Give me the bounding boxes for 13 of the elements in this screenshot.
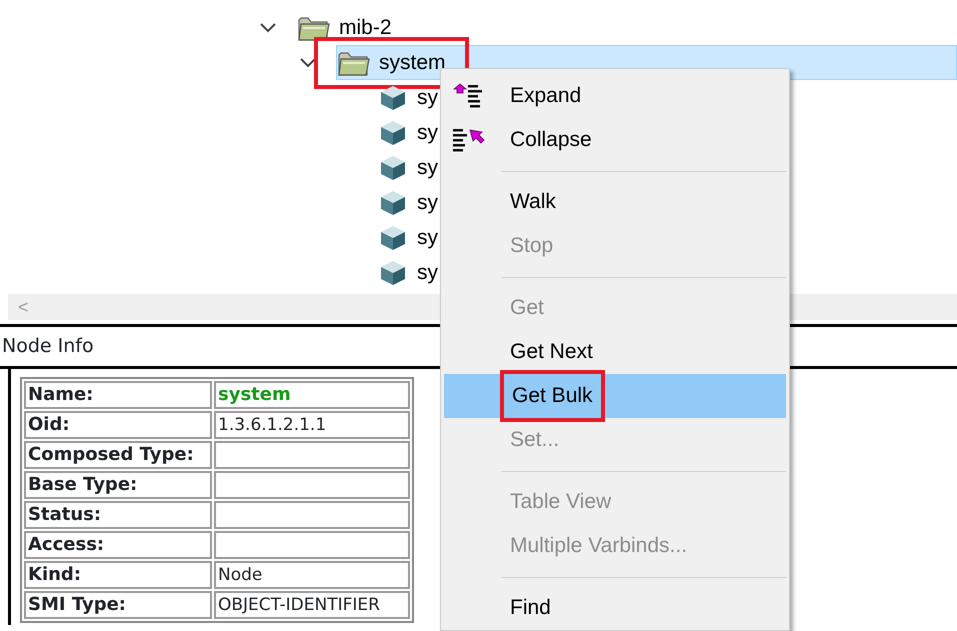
field-label: Name:	[24, 381, 212, 409]
field-label: SMI Type:	[24, 591, 212, 619]
field-label: Access:	[24, 531, 212, 559]
field-label: Oid:	[24, 411, 212, 439]
field-label: Status:	[24, 501, 212, 529]
field-value: Node	[214, 561, 410, 589]
field-label: Base Type:	[24, 471, 212, 499]
panel-title: Node Info	[2, 334, 94, 360]
field-value: system	[214, 381, 410, 409]
field-label: Composed Type:	[24, 441, 212, 469]
field-value: OBJECT-IDENTIFIER	[214, 591, 410, 619]
field-value: 1.3.6.1.2.1.1	[214, 411, 410, 439]
field-label: Kind:	[24, 561, 212, 589]
